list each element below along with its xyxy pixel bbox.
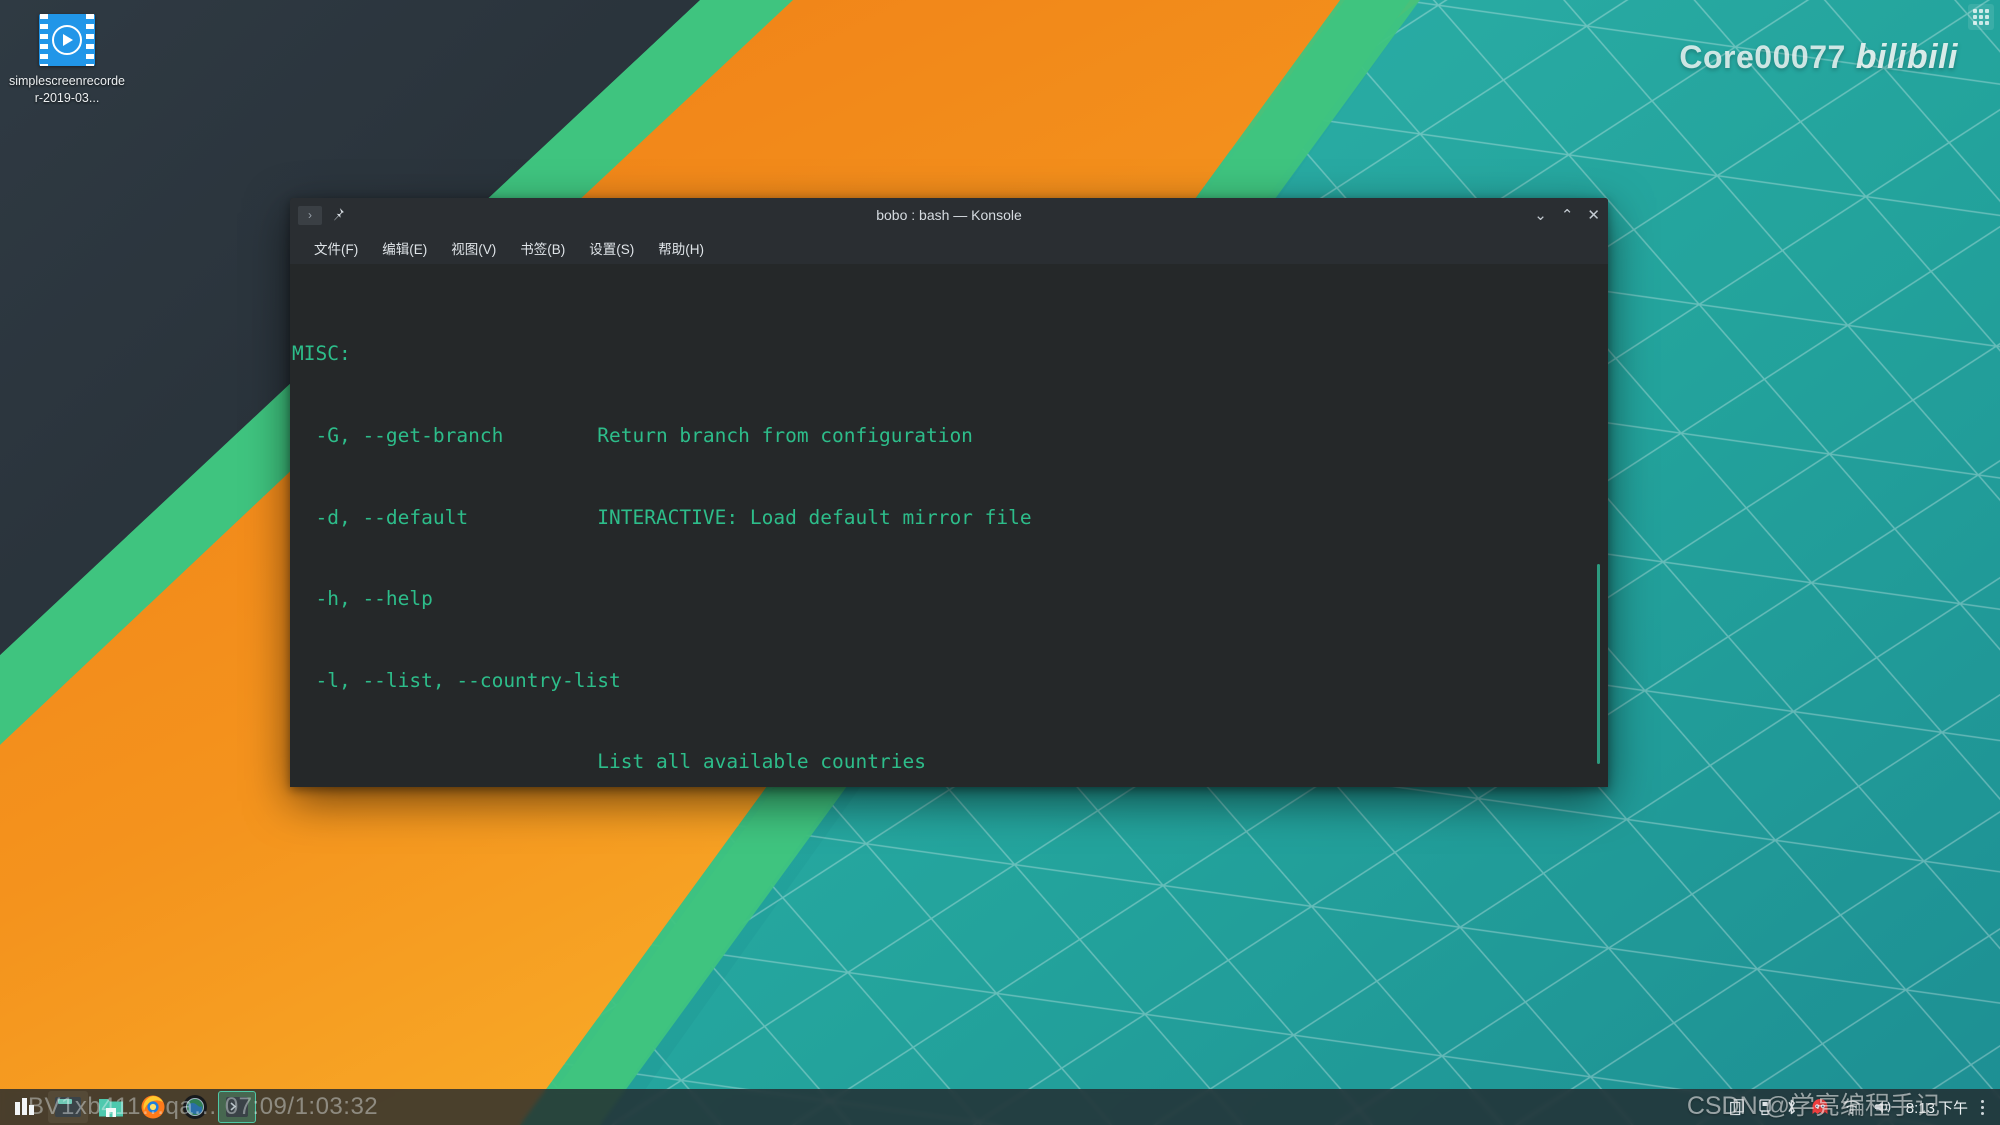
menu-view[interactable]: 视图(V) <box>441 234 506 262</box>
file-manager-button[interactable] <box>92 1091 130 1123</box>
volume-glyph <box>1874 1101 1891 1113</box>
scrollbar-thumb[interactable] <box>1597 564 1600 764</box>
window-title: bobo : bash — Konsole <box>876 207 1022 223</box>
grid-dot-icon <box>1985 21 1989 25</box>
close-button[interactable]: ✕ <box>1587 208 1600 223</box>
pin-icon[interactable] <box>330 207 345 224</box>
konsole-window[interactable]: › bobo : bash — Konsole ⌄ ⌃ ✕ 文件(F) 编辑(E… <box>290 198 1608 787</box>
desktop-icon-video-file[interactable]: simplescreenrecorder-2019-03... <box>8 14 126 107</box>
grid-dot-icon <box>1979 21 1983 25</box>
tray-dot-icon <box>1981 1111 1984 1115</box>
window-titlebar[interactable]: › bobo : bash — Konsole ⌄ ⌃ ✕ <box>290 198 1608 232</box>
pin-glyph <box>334 207 344 221</box>
system-tray[interactable]: 8:13 下午 <box>1729 1097 1994 1118</box>
menu-help[interactable]: 帮助(H) <box>648 234 714 262</box>
window-thumbnail-icon <box>55 1097 81 1117</box>
minimize-button[interactable]: ⌄ <box>1534 208 1547 223</box>
play-triangle-icon <box>63 34 74 46</box>
firefox-icon <box>141 1095 165 1119</box>
clipboard-icon[interactable] <box>1729 1098 1745 1116</box>
grid-dot-icon <box>1979 9 1983 13</box>
application-launcher-button[interactable] <box>6 1091 44 1123</box>
terminal-tab-icon[interactable]: › <box>298 205 322 225</box>
taskbar-window-item[interactable] <box>48 1091 88 1123</box>
file-manager-icon <box>99 1099 123 1117</box>
clock-time: 8:13 <box>1905 1099 1935 1117</box>
ghost-glyph <box>1812 1098 1828 1114</box>
browser-globe-icon <box>183 1095 207 1119</box>
browser-globe-button[interactable] <box>176 1091 214 1123</box>
grid-dot-icon <box>1979 15 1983 19</box>
terminal-scrollbar[interactable] <box>1596 264 1600 787</box>
terminal-line: -d, --default INTERACTIVE: Load default … <box>292 505 1032 529</box>
maximize-button[interactable]: ⌃ <box>1561 208 1574 223</box>
menu-bookmarks[interactable]: 书签(B) <box>510 234 575 262</box>
menu-settings[interactable]: 设置(S) <box>579 234 644 262</box>
grid-dot-icon <box>1985 15 1989 19</box>
terminal-line: -l, --list, --country-list <box>292 668 621 692</box>
usb-icon[interactable] <box>1758 1098 1772 1116</box>
grid-dot-icon <box>1985 9 1989 13</box>
taskbar-items[interactable] <box>6 1091 256 1123</box>
tray-dot-icon <box>1981 1105 1984 1109</box>
menu-file[interactable]: 文件(F) <box>304 234 368 262</box>
grid-dot-icon <box>1973 9 1977 13</box>
terminal-line: List all available countries <box>292 750 926 774</box>
grid-dot-icon <box>1973 15 1977 19</box>
terminal-line: -G, --get-branch Return branch from conf… <box>292 424 973 448</box>
usb-glyph <box>1759 1098 1771 1115</box>
wifi-icon[interactable] <box>1842 1099 1861 1115</box>
menu-edit[interactable]: 编辑(E) <box>372 234 437 262</box>
terminal-line: -h, --help <box>292 587 433 611</box>
terminal-text: MISC: -G, --get-branch Return branch fro… <box>292 286 1586 787</box>
terminal-line: MISC: <box>292 342 351 366</box>
grid-dot-icon <box>1973 21 1977 25</box>
terminal-output-area[interactable]: MISC: -G, --get-branch Return branch fro… <box>290 264 1608 787</box>
tray-dot-icon <box>1981 1099 1984 1103</box>
konsole-thumbnail-icon <box>226 1097 248 1117</box>
desktop-icon-label: simplescreenrecorder-2019-03... <box>8 74 126 105</box>
volume-icon[interactable] <box>1874 1099 1893 1115</box>
firefox-button[interactable] <box>134 1091 172 1123</box>
desktop-toolbox-button[interactable] <box>1968 4 1994 30</box>
clipboard-glyph <box>1729 1098 1744 1115</box>
clock[interactable]: 8:13 下午 <box>1906 1097 1968 1118</box>
tab-strip[interactable]: › <box>298 205 345 225</box>
tray-overflow-button[interactable] <box>1981 1099 1984 1115</box>
window-controls[interactable]: ⌄ ⌃ ✕ <box>1534 208 1600 223</box>
clock-period: 下午 <box>1937 1099 1968 1117</box>
taskbar-active-window-konsole[interactable] <box>218 1091 256 1123</box>
bluetooth-icon[interactable] <box>1785 1098 1798 1116</box>
wifi-glyph <box>1842 1100 1860 1115</box>
launcher-icon <box>15 1098 34 1115</box>
ghost-icon[interactable] <box>1811 1098 1829 1116</box>
menu-bar[interactable]: 文件(F) 编辑(E) 视图(V) 书签(B) 设置(S) 帮助(H) <box>290 232 1608 264</box>
taskbar[interactable]: BV1xb411…qa… 07:09/1:03:32 8:13 下午 CSDN … <box>0 1089 2000 1125</box>
bluetooth-glyph <box>1788 1099 1795 1115</box>
video-file-icon <box>39 14 95 66</box>
